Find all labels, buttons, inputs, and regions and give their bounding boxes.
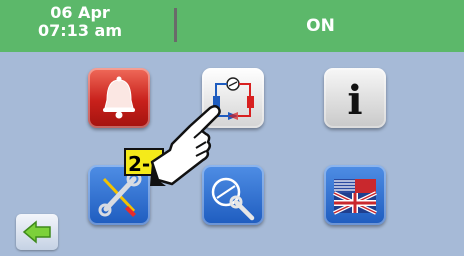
controller-screen: 06 Apr 07:13 am ON i 2- bbox=[0, 0, 464, 256]
info-icon: i bbox=[347, 77, 362, 124]
unit-status: ON bbox=[306, 16, 335, 36]
language-button[interactable] bbox=[324, 165, 386, 225]
uk-flag-icon bbox=[333, 179, 377, 215]
info-glyph: i bbox=[347, 77, 362, 124]
bell-icon bbox=[103, 76, 135, 119]
back-button[interactable] bbox=[16, 214, 58, 250]
time-text: 07:13 am bbox=[38, 21, 122, 40]
info-button[interactable]: i bbox=[324, 68, 386, 128]
date-text: 06 Apr bbox=[50, 3, 110, 22]
date-time-display: 06 Apr 07:13 am bbox=[0, 4, 160, 40]
status-header: 06 Apr 07:13 am ON bbox=[0, 0, 464, 52]
pointing-hand-icon bbox=[150, 105, 221, 186]
alarm-button[interactable] bbox=[88, 68, 150, 128]
left-arrow-icon bbox=[22, 220, 51, 244]
